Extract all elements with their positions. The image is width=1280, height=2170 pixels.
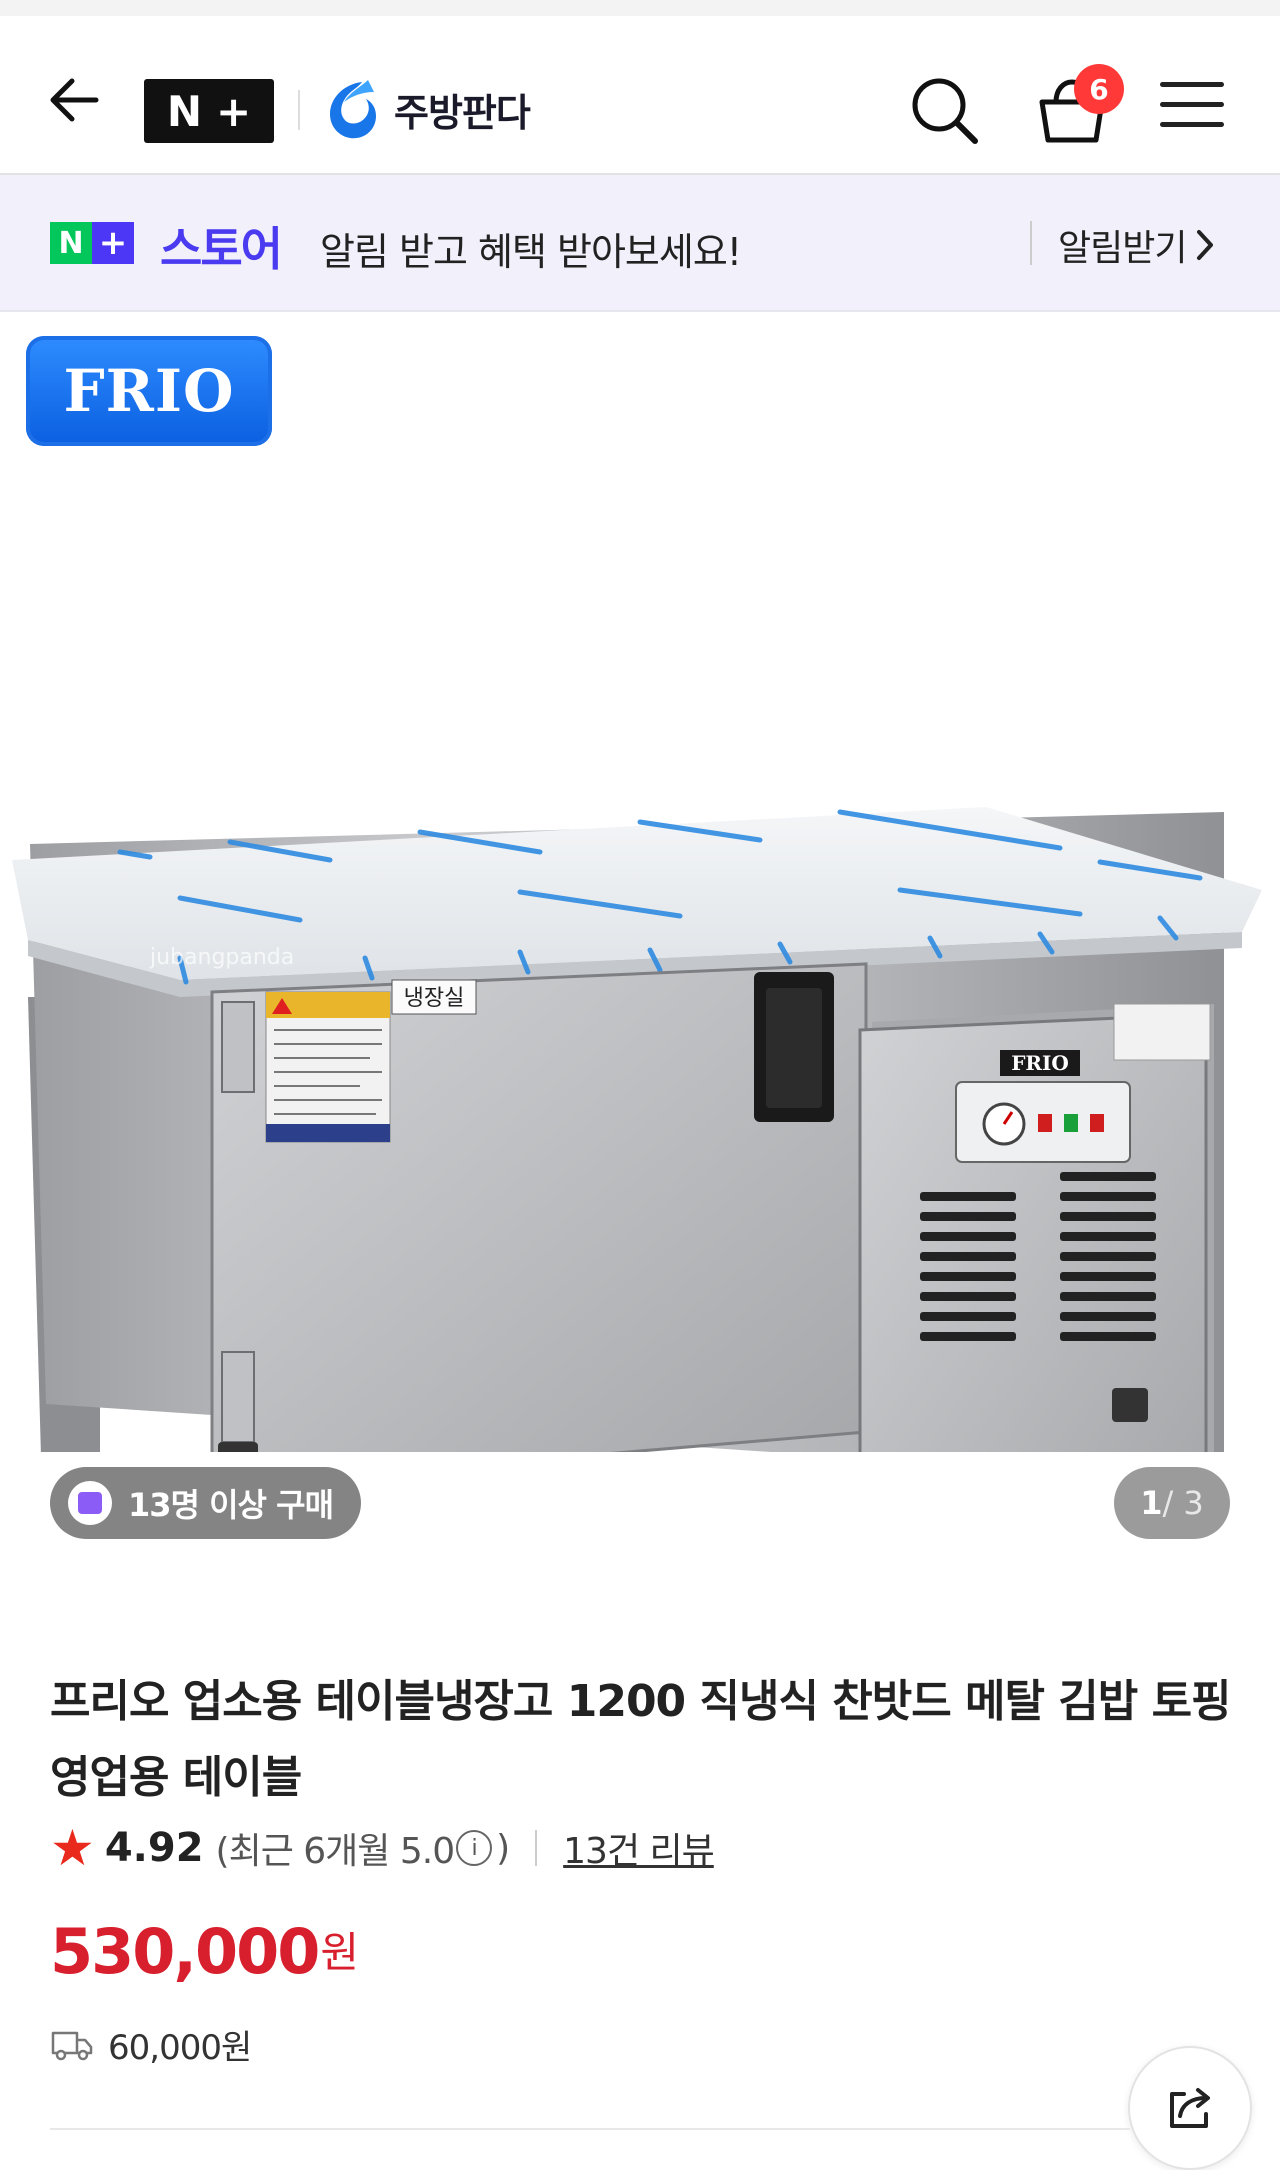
store-label: 스토어	[160, 222, 283, 276]
nplus-plus: +	[92, 222, 134, 264]
top-header: N + 주방판다 6	[0, 16, 1280, 175]
hamburger-line	[1160, 122, 1224, 127]
subscribe-alerts-button[interactable]: 알림받기	[1058, 219, 1216, 271]
delivery-truck-icon	[51, 2031, 93, 2060]
nplus-store-logo: N +	[50, 222, 134, 264]
section-divider	[50, 2128, 1130, 2130]
buyer-count-text: 13명 이상 구매	[128, 1486, 334, 1524]
recent-rating-close: )	[496, 1827, 510, 1869]
subscribe-alerts-label: 알림받기	[1058, 228, 1187, 269]
logo-divider	[298, 90, 300, 130]
banner-divider	[1030, 221, 1032, 265]
hamburger-line	[1160, 102, 1224, 107]
current-page: 1	[1140, 1484, 1163, 1522]
menu-button[interactable]	[1160, 82, 1224, 138]
rating-value: 4.92	[104, 1825, 204, 1871]
product-image-carousel[interactable]: FRIO 냉장실 FRIO jubangpanda 13명 이상 구매 1 / …	[0, 312, 1280, 1552]
search-icon	[912, 78, 978, 144]
info-icon[interactable]: i	[456, 1830, 493, 1866]
price-value: 530,000	[50, 1915, 320, 1988]
notification-banner[interactable]: N + 스토어 알림 받고 혜택 받아보세요! 알림받기	[0, 175, 1280, 312]
status-bar	[0, 0, 1280, 16]
price-row: 530,000 원	[50, 1915, 359, 1988]
panel-brand-label: FRIO	[1011, 1051, 1069, 1075]
banner-message: 알림 받고 혜택 받아보세요!	[320, 230, 742, 274]
shipping-row: 60,000원	[50, 2020, 252, 2069]
price-unit: 원	[320, 1928, 360, 1977]
chevron-right-icon	[1197, 230, 1214, 260]
search-button[interactable]	[906, 72, 982, 148]
review-count-link[interactable]: 13건 리뷰	[563, 1822, 715, 1874]
watermark-text: jubangpanda	[149, 945, 294, 970]
hamburger-line	[1160, 82, 1224, 87]
arrow-left-icon	[50, 78, 99, 122]
image-page-indicator: 1 / 3	[1114, 1467, 1230, 1539]
nplus-n: N	[50, 222, 92, 264]
cart-count-badge: 6	[1074, 64, 1124, 114]
door-label: 냉장실	[404, 986, 465, 1011]
star-icon: ★	[50, 1819, 95, 1877]
product-photo: 냉장실 FRIO jubangpanda	[12, 807, 1262, 1452]
back-button[interactable]	[44, 68, 108, 132]
total-pages: / 3	[1162, 1484, 1204, 1522]
shopping-bag-icon	[68, 1481, 112, 1525]
frio-badge-text: FRIO	[63, 357, 235, 425]
rating-row: ★ 4.92 (최근 6개월 5.0 i ) 13건 리뷰	[50, 1818, 715, 1878]
product-title: 프리오 업소용 테이블냉장고 1200 직냉식 찬밧드 메탈 김밥 토핑 영업용…	[50, 1676, 1232, 1804]
nplus-logo-plus: +	[215, 86, 252, 136]
share-icon	[1170, 2088, 1210, 2128]
buyer-count-badge: 13명 이상 구매	[50, 1467, 362, 1539]
brand-logo-icon	[330, 80, 376, 139]
frio-brand-badge: FRIO	[26, 336, 272, 446]
recent-rating[interactable]: (최근 6개월 5.0 i )	[215, 1822, 511, 1874]
share-button[interactable]	[1128, 2046, 1252, 2170]
shipping-fee: 60,000원	[108, 2028, 252, 2068]
rating-divider	[535, 1830, 538, 1866]
store-brand[interactable]: 주방판다	[324, 74, 531, 144]
recent-rating-text: (최근 6개월 5.0	[215, 1831, 456, 1872]
brand-name: 주방판다	[394, 90, 531, 135]
nplus-logo-n: N	[166, 86, 202, 136]
naver-plus-logo[interactable]: N +	[144, 79, 274, 143]
